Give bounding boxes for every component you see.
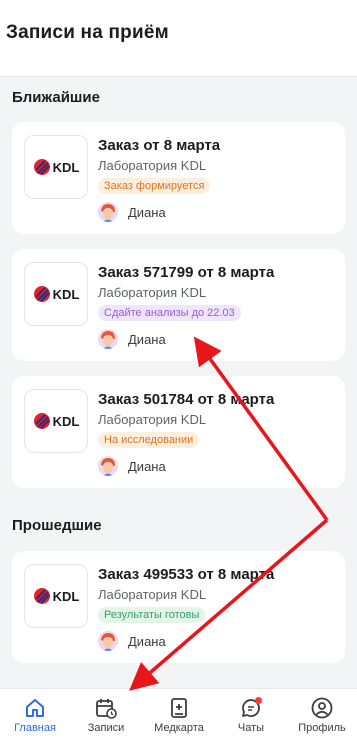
kdl-logo: KDL: [24, 262, 88, 326]
patient-name: Диана: [128, 204, 166, 220]
avatar: [98, 329, 118, 349]
nav-item-medcard[interactable]: Медкарта: [144, 689, 214, 743]
kdl-logo: KDL: [24, 389, 88, 453]
order-title: Заказ 499533 от 8 марта: [98, 566, 275, 583]
avatar-icon: [98, 456, 118, 476]
order-title: Заказ 571799 от 8 марта: [98, 264, 275, 281]
status-badge: Сдайте анализы до 22.03: [98, 305, 241, 321]
patient: Диана: [98, 329, 166, 349]
notification-dot: [255, 697, 262, 704]
order-card[interactable]: KDL Заказ 501784 от 8 марта Лаборатория …: [12, 376, 345, 488]
status-badge: Результаты готовы: [98, 607, 206, 623]
home-icon: [26, 699, 44, 717]
medical-card-icon: [171, 698, 187, 718]
app-header: Записи на приём: [0, 0, 357, 77]
section-title-past: Прошедшие: [12, 517, 102, 534]
status-badge: Заказ формируется: [98, 178, 211, 194]
lab-name: Лаборатория KDL: [98, 412, 207, 427]
order-card[interactable]: KDL Заказ от 8 марта Лаборатория KDL Зак…: [12, 122, 345, 234]
nav-item-home[interactable]: Главная: [0, 689, 70, 743]
kdl-logo-icon: [33, 286, 50, 302]
logo-text: KDL: [52, 159, 80, 175]
order-title: Заказ 501784 от 8 марта: [98, 391, 275, 408]
lab-name: Лаборатория KDL: [98, 285, 207, 300]
avatar: [98, 456, 118, 476]
profile-icon: [311, 697, 333, 719]
nav-label: Медкарта: [154, 722, 204, 734]
patient: Диана: [98, 202, 166, 222]
nav-item-profile[interactable]: Профиль: [287, 689, 357, 743]
patient: Диана: [98, 456, 166, 476]
order-card[interactable]: KDL Заказ 571799 от 8 марта Лаборатория …: [12, 249, 345, 361]
patient-name: Диана: [128, 633, 166, 649]
order-title: Заказ от 8 марта: [98, 137, 221, 154]
kdl-logo-icon: [33, 413, 50, 429]
kdl-logo: KDL: [24, 564, 88, 628]
logo-text: KDL: [52, 413, 80, 429]
kdl-logo: KDL: [24, 135, 88, 199]
nav-label: Чаты: [237, 722, 265, 734]
avatar-icon: [98, 631, 118, 651]
nav-item-chats[interactable]: Чаты: [216, 689, 286, 743]
avatar-icon: [98, 329, 118, 349]
kdl-logo-icon: [33, 588, 50, 604]
patient: Диана: [98, 631, 166, 651]
lab-name: Лаборатория KDL: [98, 158, 207, 173]
kdl-logo-icon: [33, 159, 50, 175]
nav-label: Главная: [14, 722, 56, 734]
chat-icon: [242, 697, 262, 717]
calendar-clock-icon: [96, 699, 117, 719]
patient-name: Диана: [128, 331, 166, 347]
logo-text: KDL: [52, 286, 80, 302]
avatar-icon: [98, 202, 118, 222]
nav-label: Профиль: [298, 722, 346, 734]
status-badge: На исследовании: [98, 432, 200, 448]
avatar: [98, 631, 118, 651]
page-title: Записи на приём: [6, 22, 169, 43]
nav-item-appointments[interactable]: Записи: [71, 689, 141, 743]
order-card[interactable]: KDL Заказ 499533 от 8 марта Лаборатория …: [12, 551, 345, 663]
patient-name: Диана: [128, 458, 166, 474]
lab-name: Лаборатория KDL: [98, 587, 207, 602]
nav-label: Записи: [87, 722, 125, 734]
section-title-upcoming: Ближайшие: [12, 89, 100, 106]
logo-text: KDL: [52, 588, 80, 604]
avatar: [98, 202, 118, 222]
bottom-nav: Главная Записи Медкарта Чаты Профиль: [0, 688, 357, 743]
